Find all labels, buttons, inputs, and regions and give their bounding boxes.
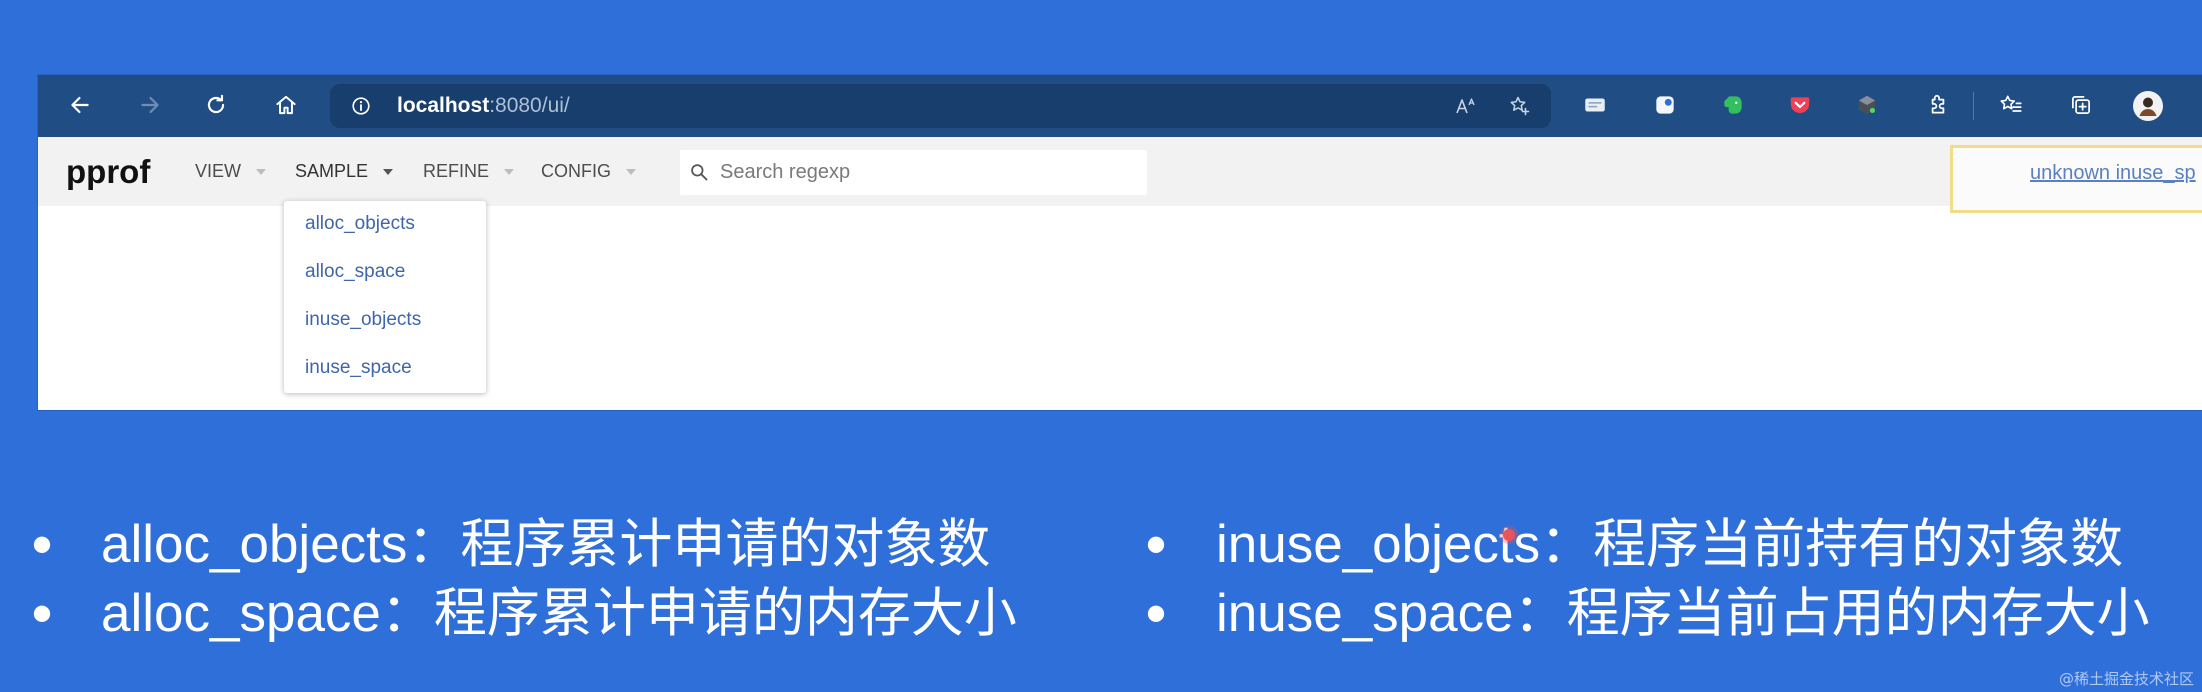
bullet-list-left: • alloc_objects：程序累计申请的对象数 • alloc_space… — [30, 510, 1130, 648]
laser-pointer-dot — [1503, 529, 1515, 541]
menu-refine[interactable]: REFINE — [423, 137, 515, 206]
bullet-text: inuse_objects：程序当前持有的对象数 — [1216, 515, 2124, 574]
sample-option-alloc-objects[interactable]: alloc_objects — [284, 201, 486, 249]
home-icon[interactable] — [273, 92, 299, 118]
profile-avatar[interactable] — [2132, 90, 2164, 122]
extensions-puzzle-icon[interactable] — [1925, 92, 1951, 118]
bullet-item: • inuse_objects：程序当前持有的对象数 — [1144, 510, 2202, 579]
search-input[interactable] — [680, 150, 1147, 195]
url-host: localhost — [397, 94, 490, 117]
menu-label: REFINE — [423, 161, 490, 181]
caret-down-icon — [504, 168, 515, 175]
add-favorite-icon[interactable] — [1508, 94, 1532, 118]
address-bar[interactable]: localhost:8080/ui/ — [330, 84, 1551, 128]
url-text[interactable]: localhost:8080/ui/ — [397, 84, 570, 128]
bullet-dot: • — [1145, 580, 1167, 647]
info-icon[interactable] — [350, 95, 372, 117]
browser-window: localhost:8080/ui/ pprof VIEW SAMPLE REF… — [38, 75, 2202, 410]
browser-toolbar: localhost:8080/ui/ — [38, 75, 2202, 137]
pprof-header: pprof VIEW SAMPLE REFINE CONFIG — [38, 137, 2202, 206]
watermark: @稀土掘金技术社区 — [2058, 670, 2194, 688]
bullet-item: • alloc_space：程序累计申请的内存大小 — [30, 579, 1130, 648]
sample-option-inuse-space[interactable]: inuse_space — [284, 345, 486, 393]
caret-down-icon — [626, 168, 636, 175]
url-path: :8080/ui/ — [489, 94, 570, 117]
menu-label: CONFIG — [541, 161, 611, 181]
legend-box: unknown inuse_sp — [1950, 145, 2202, 213]
read-aloud-icon[interactable] — [1454, 94, 1478, 118]
extension-card-icon[interactable] — [1582, 92, 1608, 118]
menu-sample[interactable]: SAMPLE — [295, 137, 394, 206]
bullet-dot: • — [1145, 511, 1167, 578]
sample-option-alloc-space[interactable]: alloc_space — [284, 249, 486, 297]
bullet-text: alloc_space：程序累计申请的内存大小 — [101, 584, 1017, 643]
evernote-icon[interactable] — [1720, 92, 1746, 118]
bullet-text: alloc_objects：程序累计申请的对象数 — [101, 515, 991, 574]
extension-cube-icon[interactable] — [1854, 92, 1880, 118]
favorites-icon[interactable] — [1998, 92, 2024, 118]
back-arrow-icon[interactable] — [67, 92, 93, 118]
caret-down-icon — [383, 168, 394, 175]
bullet-dot: • — [31, 511, 53, 578]
caret-down-icon — [256, 168, 267, 175]
extension-shield-icon[interactable] — [1652, 92, 1678, 118]
bullet-item: • alloc_objects：程序累计申请的对象数 — [30, 510, 1130, 579]
menu-view[interactable]: VIEW — [195, 137, 267, 206]
bullet-text: inuse_space：程序当前占用的内存大小 — [1216, 584, 2150, 643]
collections-icon[interactable] — [2068, 92, 2094, 118]
menu-label: SAMPLE — [295, 161, 369, 181]
refresh-icon[interactable] — [203, 92, 229, 118]
menu-config[interactable]: CONFIG — [541, 137, 636, 206]
sample-dropdown: alloc_objects alloc_space inuse_objects … — [284, 201, 486, 393]
toolbar-separator — [1973, 92, 1974, 120]
pocket-icon[interactable] — [1787, 92, 1813, 118]
search-box[interactable] — [680, 150, 1147, 195]
sample-option-inuse-objects[interactable]: inuse_objects — [284, 297, 486, 345]
legend-link[interactable]: unknown inuse_sp — [2030, 148, 2196, 198]
bullet-list-right: • inuse_objects：程序当前持有的对象数 • inuse_space… — [1144, 510, 2202, 648]
bullet-item: • inuse_space：程序当前占用的内存大小 — [1144, 579, 2202, 648]
bullet-dot: • — [31, 580, 53, 647]
menu-label: VIEW — [195, 161, 242, 181]
app-title: pprof — [66, 153, 151, 190]
forward-arrow-icon[interactable] — [137, 92, 163, 118]
